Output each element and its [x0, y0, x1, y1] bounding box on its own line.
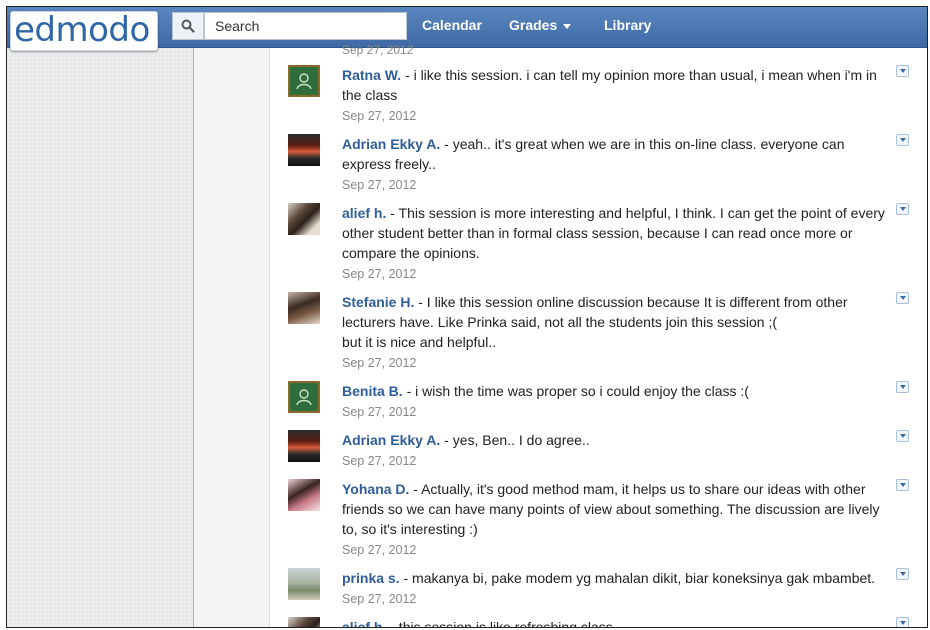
comment-menu-button[interactable] [896, 617, 909, 627]
nav-grades[interactable]: Grades [509, 17, 572, 33]
comment-author[interactable]: prinka s. [342, 570, 400, 586]
avatar[interactable] [288, 292, 320, 324]
comment-text: - Actually, it's good method mam, it hel… [342, 481, 880, 537]
comment-author[interactable]: Ratna W. [342, 67, 401, 83]
feed-gutter [194, 48, 270, 627]
app-window: Calendar Grades Library edmodo Sep 27, 2… [6, 6, 928, 628]
avatar[interactable] [288, 617, 320, 627]
comment-text: - yes, Ben.. I do agree.. [440, 432, 590, 448]
comment-text: - this session is like refreshing class. [386, 619, 617, 628]
comment-body: alief h. - This session is more interest… [342, 203, 892, 283]
chevron-down-icon [563, 23, 572, 29]
nav-calendar[interactable]: Calendar [422, 17, 482, 33]
comment-date: Sep 27, 2012 [342, 454, 417, 468]
edmodo-logo[interactable]: edmodo [10, 10, 158, 51]
nav-calendar-label: Calendar [422, 17, 482, 33]
comment-menu-button[interactable] [896, 292, 909, 304]
comment-body: Benita B. - i wish the time was proper s… [342, 381, 892, 421]
previous-comment-date: Sep 27, 2012 [342, 43, 414, 57]
nav-grades-label: Grades [509, 17, 558, 33]
comment-body: alief h. - this session is like refreshi… [342, 617, 892, 628]
comment-date: Sep 27, 2012 [342, 356, 417, 370]
comment-date: Sep 27, 2012 [342, 267, 417, 281]
comment-text: - i wish the time was proper so i could … [402, 383, 749, 399]
search-input[interactable] [204, 12, 407, 40]
left-sidebar [7, 48, 194, 627]
comment-date: Sep 27, 2012 [342, 405, 417, 419]
comment-date: Sep 27, 2012 [342, 543, 417, 557]
avatar[interactable] [288, 203, 320, 235]
comment-author[interactable]: Adrian Ekky A. [342, 432, 440, 448]
comment-author[interactable]: alief h. [342, 619, 386, 627]
comment-text: - i like this session. i can tell my opi… [342, 67, 877, 103]
comment-body: Ratna W. - i like this session. i can te… [342, 65, 892, 125]
comment-author[interactable]: Benita B. [342, 383, 403, 399]
comment-menu-button[interactable] [896, 203, 909, 215]
comment-author[interactable]: Adrian Ekky A. [342, 136, 440, 152]
avatar[interactable] [288, 568, 320, 600]
search-icon [181, 19, 195, 33]
avatar[interactable] [288, 134, 320, 166]
comment-menu-button[interactable] [896, 65, 909, 77]
comment-text: - makanya bi, pake modem yg mahalan diki… [399, 570, 876, 586]
comment-menu-button[interactable] [896, 134, 909, 146]
comment-body: Stefanie H. - I like this session online… [342, 292, 892, 372]
comment-date: Sep 27, 2012 [342, 178, 417, 192]
comment-text: - This session is more interesting and h… [342, 205, 885, 261]
comment-author[interactable]: Yohana D. [342, 481, 409, 497]
comment-body: Adrian Ekky A. - yeah.. it's great when … [342, 134, 892, 194]
logo-text: edmodo [14, 10, 150, 50]
avatar[interactable] [288, 479, 320, 511]
comment-date: Sep 27, 2012 [342, 592, 417, 606]
avatar[interactable] [288, 381, 320, 413]
nav-library[interactable]: Library [604, 17, 651, 33]
comment-date: Sep 27, 2012 [342, 109, 417, 123]
comment-text: - I like this session online discussion … [342, 294, 848, 350]
comment-menu-button[interactable] [896, 568, 909, 580]
comment-author[interactable]: Stefanie H. [342, 294, 414, 310]
comment-feed[interactable]: Sep 27, 2012 Ratna W. - i like this sess… [270, 43, 927, 628]
comment-menu-button[interactable] [896, 430, 909, 442]
default-avatar-icon [296, 389, 312, 406]
comment-menu-button[interactable] [896, 381, 909, 393]
avatar[interactable] [288, 430, 320, 462]
search-button[interactable] [172, 12, 204, 40]
comment-body: Adrian Ekky A. - yes, Ben.. I do agree..… [342, 430, 892, 470]
comment-body: Yohana D. - Actually, it's good method m… [342, 479, 892, 559]
comment-author[interactable]: alief h. [342, 205, 386, 221]
avatar[interactable] [288, 65, 320, 97]
comment-menu-button[interactable] [896, 479, 909, 491]
default-avatar-icon [296, 73, 312, 90]
comment-body: prinka s. - makanya bi, pake modem yg ma… [342, 568, 902, 608]
nav-library-label: Library [604, 17, 652, 33]
